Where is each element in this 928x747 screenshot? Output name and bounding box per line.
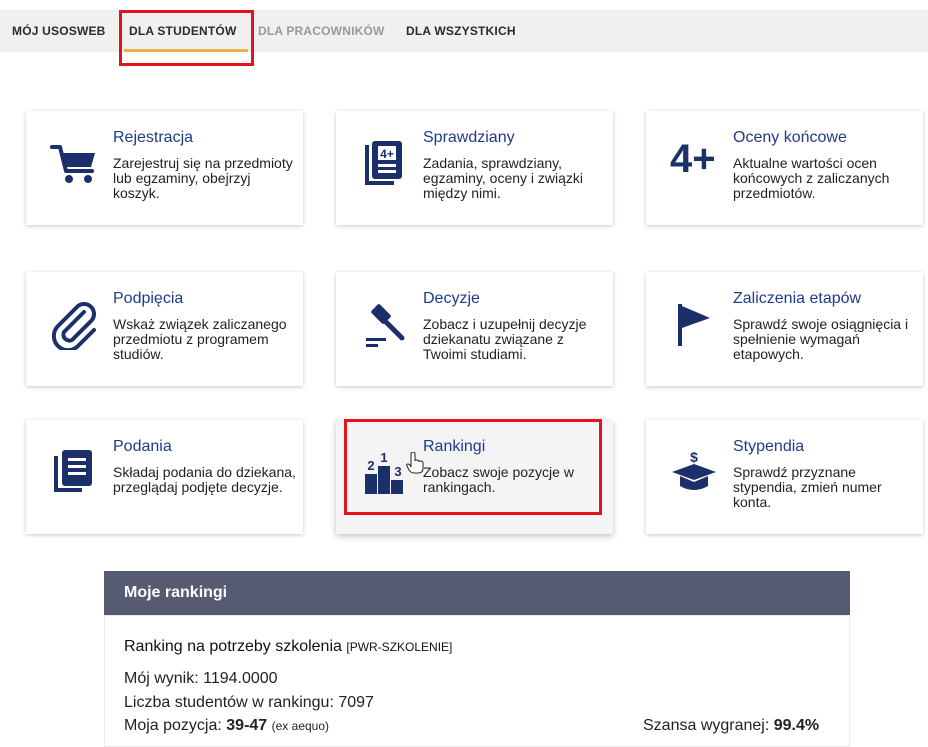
tile-title: Podania — [113, 438, 172, 455]
position-note: (ex aequo) — [271, 719, 330, 733]
tile-decyzje[interactable]: Decyzje Zobacz i uzupełnij decyzje dziek… — [336, 272, 613, 386]
shopping-cart-icon — [50, 145, 95, 183]
tile-description: Zarejestruj się na przedmioty lub egzami… — [113, 155, 293, 201]
position-value: 39-47 — [226, 717, 268, 734]
tile-title: Podpięcia — [113, 290, 184, 307]
position-label: Moja pozycja: — [124, 717, 227, 734]
paperclip-icon — [51, 302, 96, 350]
tile-description: Sprawdź przyznane stypendia, zmień numer… — [733, 464, 882, 510]
ranking-name: Ranking na potrzeby szkolenia — [124, 638, 342, 655]
tile-rejestracja[interactable]: Rejestracja Zarejestruj się na przedmiot… — [26, 111, 303, 225]
test-sheet-icon: 4+ — [365, 141, 402, 185]
grade-four-plus-icon: 4+ — [670, 133, 722, 185]
tile-zaliczenia-etapow[interactable]: Zaliczenia etapów Sprawdź swoje osiągnię… — [646, 272, 923, 386]
tab-dla-pracownikow[interactable]: DLA PRACOWNIKÓW — [258, 10, 385, 52]
rankingi-highlight-box — [344, 419, 602, 515]
tile-podpiecia[interactable]: Podpięcia Wskaż związek zaliczanego prze… — [26, 272, 303, 386]
document-icon — [54, 450, 92, 492]
tile-title: Stypendia — [733, 438, 805, 455]
tile-title: Decyzje — [423, 290, 480, 307]
chance-value: 99.4% — [773, 717, 820, 734]
tile-description: Zadania, sprawdziany, egzaminy, oceny i … — [423, 155, 584, 201]
my-score-line: Mój wynik: 1194.0000 — [124, 670, 278, 688]
tile-title: Oceny końcowe — [733, 129, 847, 146]
students-count-line: Liczba studentów w rankingu: 7097 — [124, 694, 374, 712]
tile-title: Zaliczenia etapów — [733, 290, 862, 307]
graduation-cap-dollar-icon: $ — [672, 449, 716, 490]
tile-podania[interactable]: Podania Składaj podania do dziekana, prz… — [26, 420, 303, 534]
dollar-sign: $ — [690, 449, 698, 465]
chance-label: Szansa wygranej: — [643, 717, 774, 734]
tile-description: Aktualne wartości ocen końcowych z zalic… — [733, 155, 890, 201]
tile-stypendia[interactable]: $ Stypendia Sprawdź przyznane stypendia,… — [646, 420, 923, 534]
svg-text:4+: 4+ — [380, 147, 394, 161]
tile-description: Zobacz i uzupełnij decyzje dziekanatu zw… — [423, 316, 587, 362]
ranking-title: Ranking na potrzeby szkolenia [PWR-SZKOL… — [124, 638, 452, 656]
tile-sprawdziany[interactable]: 4+ Sprawdziany Zadania, sprawdziany, egz… — [336, 111, 613, 225]
gavel-icon — [366, 304, 405, 347]
tile-oceny-koncowe[interactable]: 4+ Oceny końcowe Aktualne wartości ocen … — [646, 111, 923, 225]
panel-title: Moje rankingi — [104, 571, 850, 615]
tile-description: Wskaż związek zaliczanego przedmiotu z p… — [113, 316, 287, 362]
ranking-code: [PWR-SZKOLENIE] — [346, 640, 453, 654]
tile-title: Sprawdziany — [423, 129, 515, 146]
tab-dla-wszystkich[interactable]: DLA WSZYSTKICH — [406, 10, 516, 52]
my-position-line: Moja pozycja: 39-47 (ex aequo) — [124, 717, 329, 735]
score-label: Mój wynik: — [124, 670, 204, 687]
tile-title: Rejestracja — [113, 129, 194, 146]
students-value: 7097 — [338, 694, 374, 711]
tab-highlight-box — [119, 10, 254, 66]
tile-description: Składaj podania do dziekana, przeglądaj … — [113, 464, 296, 495]
win-chance-line: Szansa wygranej: 99.4% — [643, 717, 819, 735]
grade-icon-text: 4+ — [670, 137, 716, 181]
students-label: Liczba studentów w rankingu: — [124, 694, 339, 711]
flag-icon — [678, 304, 710, 346]
tile-description: Sprawdź swoje osiągnięcia i spełnienie w… — [733, 316, 909, 362]
tab-moj-usosweb[interactable]: MÓJ USOSWEB — [12, 10, 106, 52]
score-value: 1194.0000 — [203, 670, 278, 687]
